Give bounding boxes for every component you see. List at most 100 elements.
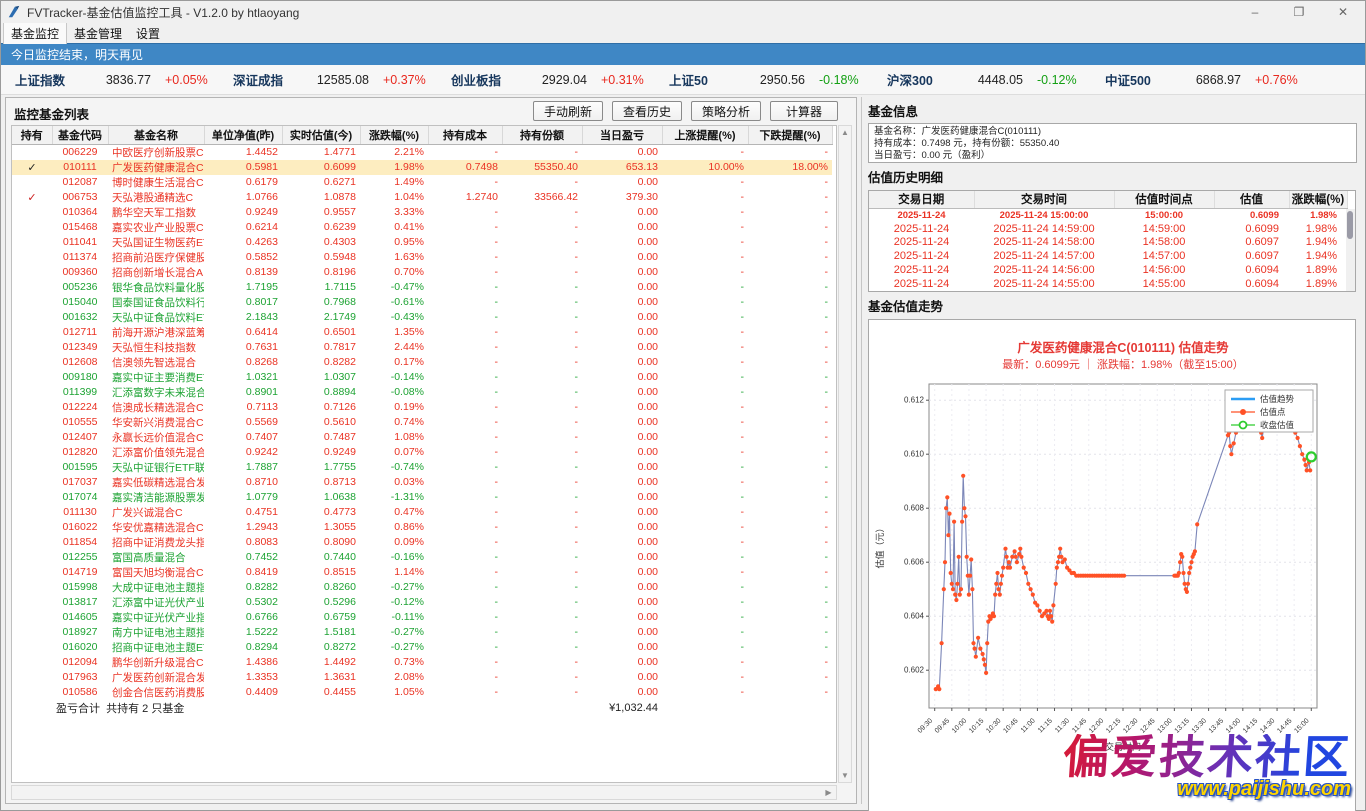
- view-history-button[interactable]: 查看历史: [612, 101, 682, 121]
- fund-row[interactable]: 012407永赢长远价值混合C0.74070.74871.08%--0.00--: [12, 430, 832, 445]
- fund-row[interactable]: 009360招商创新增长混合A0.81390.81960.70%--0.00--: [12, 265, 832, 280]
- history-row[interactable]: 2025-11-242025-11-24 14:58:0014:58:000.6…: [869, 236, 1347, 250]
- cell-est-value: 0.6099: [1214, 222, 1289, 236]
- menu-item-fund-monitor[interactable]: 基金监控: [3, 22, 67, 44]
- history-row[interactable]: 2025-11-242025-11-24 14:55:0014:55:000.6…: [869, 277, 1347, 291]
- fund-row[interactable]: 010364鹏华空天军工指数0.92490.95573.33%--0.00--: [12, 205, 832, 220]
- fund-row[interactable]: 001595天弘中证银行ETF联接1.78871.7755-0.74%--0.0…: [12, 460, 832, 475]
- history-row[interactable]: 2025-11-242025-11-24 15:00:0015:00:000.6…: [869, 208, 1347, 222]
- column-header[interactable]: 基金名称: [108, 126, 204, 144]
- column-header[interactable]: 下跌提醒(%): [748, 126, 832, 144]
- fund-row[interactable]: 012608信澳领先智选混合0.82680.82820.17%--0.00--: [12, 355, 832, 370]
- cell-name: 招商前沿医疗保健股票: [108, 250, 204, 265]
- fund-row[interactable]: 017963广发医药创新混合发起1.33531.36312.08%--0.00-…: [12, 670, 832, 685]
- column-header[interactable]: 涨跌幅(%): [360, 126, 428, 144]
- fund-row[interactable]: 012087博时健康生活混合C0.61790.62711.49%--0.00--: [12, 175, 832, 190]
- fund-row[interactable]: 016020招商中证电池主题ETF联接0.82940.8272-0.27%--0…: [12, 640, 832, 655]
- close-button[interactable]: ✕: [1321, 1, 1365, 23]
- fund-row[interactable]: 011399汇添富数字未来混合A0.89010.8894-0.08%--0.00…: [12, 385, 832, 400]
- fund-row[interactable]: 017037嘉实低碳精选混合发起0.87100.87130.03%--0.00-…: [12, 475, 832, 490]
- menu-item-fund-manage[interactable]: 基金管理: [67, 23, 129, 44]
- column-header[interactable]: 单位净值(昨): [204, 126, 282, 144]
- fund-row[interactable]: 001632天弘中证食品饮料ETF联接2.18432.1749-0.43%--0…: [12, 310, 832, 325]
- fund-table-horizontal-scrollbar[interactable]: ▶: [11, 785, 837, 800]
- history-column-header[interactable]: 交易时间: [974, 191, 1114, 208]
- cell-up-alert: -: [662, 640, 748, 655]
- history-column-header[interactable]: 估值: [1214, 191, 1289, 208]
- fund-row[interactable]: 005236银华食品饮料量化股票1.71951.7115-0.47%--0.00…: [12, 280, 832, 295]
- cell-code: 015998: [52, 580, 108, 595]
- column-header[interactable]: 持有成本: [428, 126, 502, 144]
- fund-row[interactable]: 012349天弘恒生科技指数0.76310.78172.44%--0.00--: [12, 340, 832, 355]
- fund-row[interactable]: 011854招商中证消费龙头指数0.80830.80900.09%--0.00-…: [12, 535, 832, 550]
- fund-row[interactable]: 012711前海开源沪港深蓝筹精选0.64140.65011.35%--0.00…: [12, 325, 832, 340]
- cell-change: -0.43%: [360, 310, 428, 325]
- fund-row[interactable]: 012255富国高质量混合0.74520.7440-0.16%--0.00--: [12, 550, 832, 565]
- history-row[interactable]: 2025-11-242025-11-24 14:56:0014:56:000.6…: [869, 263, 1347, 277]
- fund-row[interactable]: 011374招商前沿医疗保健股票0.58520.59481.63%--0.00-…: [12, 250, 832, 265]
- menu-item-settings[interactable]: 设置: [129, 23, 167, 44]
- history-scrollbar[interactable]: [1346, 209, 1355, 291]
- fund-row[interactable]: 010555华安新兴消费混合C0.55690.56100.74%--0.00--: [12, 415, 832, 430]
- cell-cost: -: [428, 400, 502, 415]
- manual-refresh-button[interactable]: 手动刷新: [533, 101, 603, 121]
- cell-name: 信澳领先智选混合: [108, 355, 204, 370]
- fund-row[interactable]: 006229中欧医疗创新股票C1.44521.47712.21%--0.00--: [12, 144, 832, 160]
- fund-row[interactable]: 016022华安优嘉精选混合C1.29431.30550.86%--0.00--: [12, 520, 832, 535]
- scroll-right-icon[interactable]: ▶: [822, 786, 835, 799]
- cell-change: 3.33%: [360, 205, 428, 220]
- column-header[interactable]: 当日盈亏: [582, 126, 662, 144]
- column-header[interactable]: 实时估值(今): [282, 126, 360, 144]
- fund-row[interactable]: 018927南方中证电池主题指数1.52221.5181-0.27%--0.00…: [12, 625, 832, 640]
- fund-row[interactable]: 010586创金合信医药消费股票0.44090.44551.05%--0.00-…: [12, 685, 832, 700]
- fund-row[interactable]: 015468嘉实农业产业股票C0.62140.62390.41%--0.00--: [12, 220, 832, 235]
- fund-row[interactable]: 011041天弘国证生物医药ETF联接0.42630.43030.95%--0.…: [12, 235, 832, 250]
- scroll-down-icon[interactable]: ▼: [839, 769, 851, 782]
- fund-row[interactable]: 012820汇添富价值领先混合0.92420.92490.07%--0.00--: [12, 445, 832, 460]
- fund-row[interactable]: 011130广发兴诚混合C0.47510.47730.47%--0.00--: [12, 505, 832, 520]
- history-title: 估值历史明细: [868, 167, 1357, 186]
- fund-row[interactable]: 015040国泰国证食品饮料行业0.80170.7968-0.61%--0.00…: [12, 295, 832, 310]
- fund-row[interactable]: 014605嘉实中证光伏产业指数0.67660.6759-0.11%--0.00…: [12, 610, 832, 625]
- history-row[interactable]: 2025-11-242025-11-24 14:59:0014:59:000.6…: [869, 222, 1347, 236]
- fund-row[interactable]: 012224信澳成长精选混合C0.71130.71260.19%--0.00--: [12, 400, 832, 415]
- calculator-button[interactable]: 计算器: [770, 101, 838, 121]
- cell-held: ✓: [12, 160, 52, 175]
- minimize-button[interactable]: –: [1233, 1, 1277, 23]
- fund-row[interactable]: 015998大成中证电池主题指数0.82820.8260-0.27%--0.00…: [12, 580, 832, 595]
- cell-estimate: 0.4303: [282, 235, 360, 250]
- column-header[interactable]: 持有: [12, 126, 52, 144]
- cell-cost: -: [428, 250, 502, 265]
- cell-name: 广发兴诚混合C: [108, 505, 204, 520]
- cell-nav: 0.8282: [204, 580, 282, 595]
- fund-row[interactable]: 009180嘉实中证主要消费ETF联接1.03211.0307-0.14%--0…: [12, 370, 832, 385]
- history-column-header[interactable]: 交易日期: [869, 191, 974, 208]
- fund-table-footer: 盈亏合计 共持有 2 只基金¥1,032.44: [12, 700, 832, 717]
- fund-row[interactable]: 012094鹏华创新升级混合C1.43861.44920.73%--0.00--: [12, 655, 832, 670]
- history-column-header[interactable]: 涨跌幅(%): [1289, 191, 1347, 208]
- fund-table-vertical-scrollbar[interactable]: ▲ ▼: [838, 125, 852, 783]
- history-column-header[interactable]: 估值时间点: [1114, 191, 1214, 208]
- fund-row[interactable]: ✓010111广发医药健康混合C0.59810.60991.98%0.74985…: [12, 160, 832, 175]
- cell-shares: -: [502, 490, 582, 505]
- fund-row[interactable]: ✓006753天弘港股通精选C1.07661.08781.04%1.274033…: [12, 190, 832, 205]
- cell-held: [12, 475, 52, 490]
- fund-row[interactable]: 013817汇添富中证光伏产业指数0.53020.5296-0.12%--0.0…: [12, 595, 832, 610]
- column-header[interactable]: 上涨提醒(%): [662, 126, 748, 144]
- cell-change: 1.04%: [360, 190, 428, 205]
- history-row[interactable]: 2025-11-242025-11-24 14:57:0014:57:000.6…: [869, 249, 1347, 263]
- fund-row[interactable]: 017074嘉实清洁能源股票发起1.07791.0638-1.31%--0.00…: [12, 490, 832, 505]
- column-header[interactable]: 基金代码: [52, 126, 108, 144]
- cell-cost: -: [428, 685, 502, 700]
- history-scrollbar-thumb[interactable]: [1347, 211, 1353, 239]
- cell-down-alert: -: [748, 415, 832, 430]
- strategy-analysis-button[interactable]: 策略分析: [691, 101, 761, 121]
- scroll-up-icon[interactable]: ▲: [839, 126, 851, 139]
- cell-code: 010111: [52, 160, 108, 175]
- fund-info-title: 基金信息: [868, 101, 1357, 120]
- column-header[interactable]: 持有份额: [502, 126, 582, 144]
- fund-row[interactable]: 014719富国天旭均衡混合C0.84190.85151.14%--0.00--: [12, 565, 832, 580]
- svg-text:11:45: 11:45: [1071, 717, 1088, 734]
- restore-button[interactable]: ❐: [1277, 1, 1321, 23]
- cell-nav: 1.4452: [204, 144, 282, 160]
